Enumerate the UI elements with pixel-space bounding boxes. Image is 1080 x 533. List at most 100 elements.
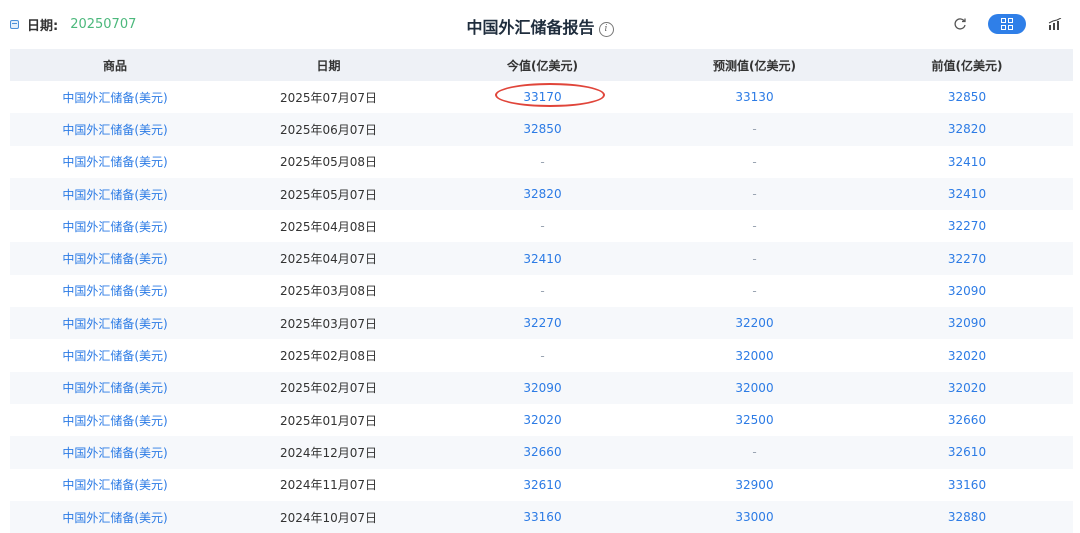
info-icon[interactable]: i	[598, 22, 614, 37]
chart-view-icon[interactable]	[1048, 18, 1062, 30]
cell-product[interactable]: 中国外汇储备(美元)	[10, 468, 220, 501]
cell-actual[interactable]: 33160	[437, 500, 648, 533]
cell-date: 2025年07月07日	[220, 81, 437, 114]
cell-product[interactable]: 中国外汇储备(美元)	[10, 274, 220, 308]
grid-view-icon	[1001, 18, 1013, 30]
cell-product[interactable]: 中国外汇储备(美元)	[10, 371, 220, 404]
cell-date: 2025年04月08日	[220, 210, 437, 243]
table-row[interactable]: 中国外汇储备(美元) 2025年05月08日 - -32410	[10, 145, 1073, 178]
cell-date: 2025年02月08日	[220, 339, 437, 372]
table-row[interactable]: 中国外汇储备(美元) 2025年04月08日 - -32270	[10, 210, 1073, 243]
table-row[interactable]: 中国外汇储备(美元) 2025年07月07日 33170 33130 32850	[10, 81, 1073, 114]
cell-date: 2024年10月07日	[220, 500, 437, 533]
column-header-previous[interactable]: 前值(亿美元)	[861, 49, 1073, 81]
cell-forecast: -	[648, 274, 861, 308]
cell-previous[interactable]: 32850	[861, 81, 1073, 114]
cell-actual[interactable]: 32270	[437, 307, 648, 340]
cell-forecast: -	[648, 242, 861, 275]
cell-date: 2025年03月08日	[220, 274, 437, 308]
cell-actual[interactable]: 32090	[437, 371, 648, 404]
cell-product[interactable]: 中国外汇储备(美元)	[10, 403, 220, 437]
cell-product[interactable]: 中国外汇储备(美元)	[10, 177, 220, 211]
cell-actual: -	[437, 274, 648, 308]
cell-actual: -	[437, 145, 648, 178]
cell-previous[interactable]: 32820	[861, 113, 1073, 146]
forex-reserve-table: 商品 日期 今值(亿美元) 预测值(亿美元) 前值(亿美元) 中国外汇储备(美元…	[10, 49, 1073, 533]
table-row[interactable]: 中国外汇储备(美元) 2025年05月07日 32820-32410	[10, 177, 1073, 211]
cell-previous[interactable]: 32270	[861, 242, 1073, 275]
table-row[interactable]: 中国外汇储备(美元) 2025年02月07日 32090 32000 32020	[10, 371, 1073, 404]
cell-product[interactable]: 中国外汇储备(美元)	[10, 113, 220, 146]
page-title-wrap: 中国外汇储备报告 i	[0, 14, 1080, 38]
table-row[interactable]: 中国外汇储备(美元) 2025年01月07日 32020 32500 32660	[10, 403, 1073, 437]
cell-date: 2025年03月07日	[220, 307, 437, 340]
cell-previous[interactable]: 32090	[861, 274, 1073, 308]
cell-forecast[interactable]: 32900	[648, 468, 861, 501]
table-row[interactable]: 中国外汇储备(美元) 2025年02月08日 -32000 32020	[10, 339, 1073, 372]
cell-date: 2025年04月07日	[220, 242, 437, 275]
cell-date: 2025年01月07日	[220, 403, 437, 437]
grid-view-toggle[interactable]	[988, 14, 1026, 34]
table-row[interactable]: 中国外汇储备(美元) 2024年10月07日 33160 33000 32880	[10, 500, 1073, 533]
cell-date: 2025年05月07日	[220, 177, 437, 211]
column-header-forecast[interactable]: 预测值(亿美元)	[648, 49, 861, 81]
cell-product[interactable]: 中国外汇储备(美元)	[10, 81, 220, 114]
cell-date: 2024年11月07日	[220, 468, 437, 501]
cell-forecast: -	[648, 210, 861, 243]
cell-actual[interactable]: 32660	[437, 436, 648, 469]
cell-previous[interactable]: 32610	[861, 436, 1073, 469]
cell-previous[interactable]: 32660	[861, 403, 1073, 437]
cell-forecast: -	[648, 177, 861, 211]
cell-product[interactable]: 中国外汇储备(美元)	[10, 242, 220, 275]
cell-date: 2024年12月07日	[220, 436, 437, 469]
table-header-row: 商品 日期 今值(亿美元) 预测值(亿美元) 前值(亿美元)	[10, 49, 1073, 81]
cell-previous[interactable]: 32880	[861, 500, 1073, 533]
cell-product[interactable]: 中国外汇储备(美元)	[10, 307, 220, 340]
cell-forecast: -	[648, 113, 861, 146]
refresh-icon[interactable]	[953, 17, 967, 31]
cell-forecast: -	[648, 436, 861, 469]
cell-forecast[interactable]: 32500	[648, 403, 861, 437]
cell-forecast[interactable]: 32200	[648, 307, 861, 340]
cell-previous[interactable]: 33160	[861, 468, 1073, 501]
cell-actual: -	[437, 210, 648, 243]
cell-forecast: -	[648, 145, 861, 178]
cell-previous[interactable]: 32020	[861, 371, 1073, 404]
cell-date: 2025年05月08日	[220, 145, 437, 178]
cell-product[interactable]: 中国外汇储备(美元)	[10, 210, 220, 243]
cell-product[interactable]: 中国外汇储备(美元)	[10, 500, 220, 533]
cell-date: 2025年02月07日	[220, 371, 437, 404]
report-header: 日期: 20250707 中国外汇储备报告 i	[0, 0, 1080, 48]
cell-previous[interactable]: 32410	[861, 145, 1073, 178]
cell-product[interactable]: 中国外汇储备(美元)	[10, 145, 220, 178]
cell-forecast[interactable]: 33000	[648, 500, 861, 533]
column-header-actual[interactable]: 今值(亿美元)	[437, 49, 648, 81]
cell-actual[interactable]: 33170	[437, 81, 648, 114]
highlighted-actual-value[interactable]: 33170	[495, 83, 606, 108]
table-row[interactable]: 中国外汇储备(美元) 2024年12月07日 32660-32610	[10, 436, 1073, 469]
cell-date: 2025年06月07日	[220, 113, 437, 146]
cell-forecast[interactable]: 32000	[648, 371, 861, 404]
column-header-date[interactable]: 日期	[220, 49, 437, 81]
table-row[interactable]: 中国外汇储备(美元) 2025年04月07日 32410-32270	[10, 242, 1073, 275]
cell-previous[interactable]: 32270	[861, 210, 1073, 243]
cell-product[interactable]: 中国外汇储备(美元)	[10, 436, 220, 469]
cell-product[interactable]: 中国外汇储备(美元)	[10, 339, 220, 372]
cell-actual: -	[437, 339, 648, 372]
table-row[interactable]: 中国外汇储备(美元) 2024年11月07日 32610 32900 33160	[10, 468, 1073, 501]
cell-actual[interactable]: 32850	[437, 113, 648, 146]
table-row[interactable]: 中国外汇储备(美元) 2025年03月07日 32270 32200 32090	[10, 307, 1073, 340]
table-row[interactable]: 中国外汇储备(美元) 2025年03月08日 - -32090	[10, 274, 1073, 308]
cell-actual[interactable]: 32410	[437, 242, 648, 275]
cell-forecast[interactable]: 32000	[648, 339, 861, 372]
page-title: 中国外汇储备报告	[466, 18, 595, 37]
cell-previous[interactable]: 32020	[861, 339, 1073, 372]
cell-previous[interactable]: 32090	[861, 307, 1073, 340]
cell-actual[interactable]: 32020	[437, 403, 648, 437]
column-header-product[interactable]: 商品	[10, 49, 220, 81]
cell-previous[interactable]: 32410	[861, 177, 1073, 211]
table-row[interactable]: 中国外汇储备(美元) 2025年06月07日 32850-32820	[10, 113, 1073, 146]
cell-actual[interactable]: 32610	[437, 468, 648, 501]
cell-actual[interactable]: 32820	[437, 177, 648, 211]
cell-forecast[interactable]: 33130	[648, 81, 861, 114]
